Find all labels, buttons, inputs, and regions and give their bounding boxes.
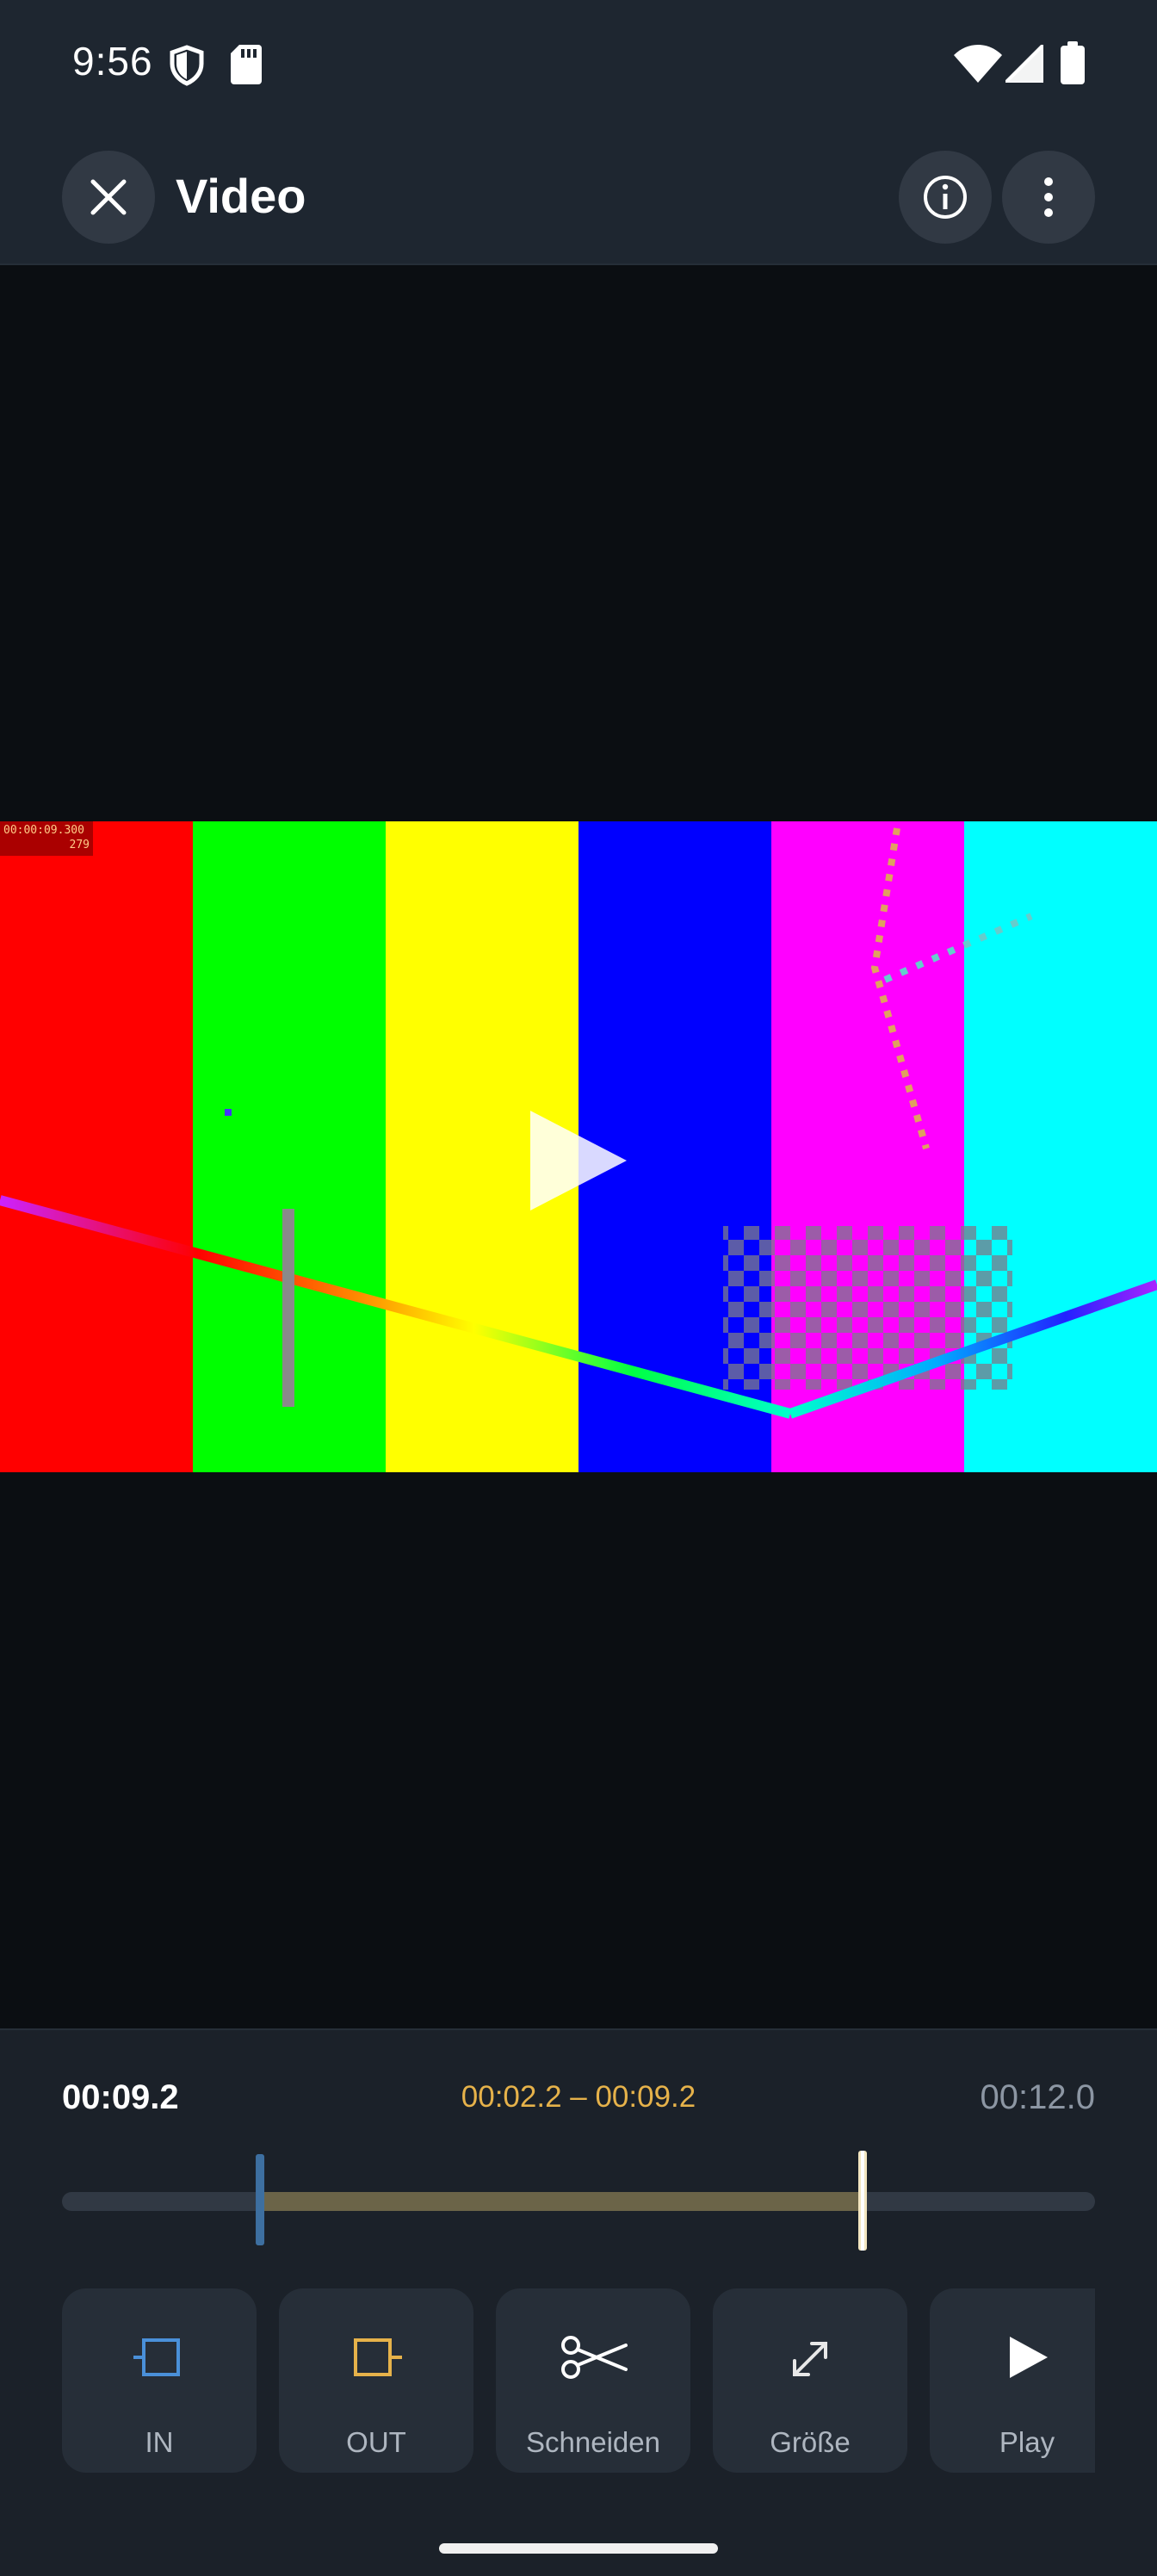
wifi-icon <box>954 45 1002 83</box>
video-frame[interactable]: 00:00:09.300 279 <box>0 821 1157 1472</box>
playhead[interactable] <box>861 2151 864 2251</box>
in-handle[interactable] <box>256 2154 265 2245</box>
timecode-overlay: 00:00:09.300 279 <box>3 823 90 852</box>
battery-icon <box>1061 41 1085 84</box>
color-bar <box>0 821 194 1472</box>
play-icon[interactable] <box>527 1111 630 1211</box>
tool-label: IN <box>145 2426 174 2458</box>
info-button[interactable] <box>899 151 992 244</box>
in-button[interactable]: IN <box>62 2288 257 2473</box>
status-bar: 9:56 <box>0 0 1157 129</box>
play-icon <box>1010 2337 1048 2378</box>
more-vert-icon <box>1044 177 1053 217</box>
sd-card-icon <box>231 45 262 84</box>
status-time: 9:56 <box>72 39 153 84</box>
more-options-button[interactable] <box>1002 151 1095 244</box>
video-preview[interactable]: 00:00:09.300 279 <box>0 265 1157 2028</box>
tool-row: IN OUT Schneiden Größe Play <box>0 2288 1157 2478</box>
play-button[interactable]: Play <box>930 2288 1095 2473</box>
resize-button[interactable]: Größe <box>713 2288 907 2473</box>
close-icon <box>90 179 127 215</box>
resize-icon <box>793 2342 827 2376</box>
timecode-text: 00:00:09.300 <box>3 824 84 837</box>
signal-icon <box>1005 45 1043 83</box>
tool-label: Play <box>999 2426 1055 2458</box>
home-indicator[interactable] <box>439 2543 718 2554</box>
editor-panel: 00:09.2 00:02.2 – 00:09.2 00:12.0 IN OUT… <box>0 2028 1157 2576</box>
timeline-scrubber[interactable] <box>62 2142 1095 2254</box>
selected-range <box>260 2192 863 2211</box>
shield-icon <box>170 45 204 86</box>
tool-label: Größe <box>770 2426 851 2458</box>
total-duration: 00:12.0 <box>980 2078 1095 2116</box>
out-button[interactable]: OUT <box>279 2288 473 2473</box>
page-title: Video <box>176 169 306 223</box>
out-marker-icon <box>354 2338 402 2376</box>
scissors-icon <box>561 2336 628 2379</box>
tool-label: Schneiden <box>526 2426 660 2458</box>
app-bar: Video <box>0 129 1157 265</box>
cut-button[interactable]: Schneiden <box>496 2288 690 2473</box>
timeline-track[interactable] <box>62 2142 1095 2254</box>
tool-label: OUT <box>346 2426 406 2458</box>
close-button[interactable] <box>62 151 155 244</box>
in-marker-icon <box>133 2338 180 2376</box>
frame-number: 279 <box>69 839 90 851</box>
info-icon <box>924 176 967 219</box>
